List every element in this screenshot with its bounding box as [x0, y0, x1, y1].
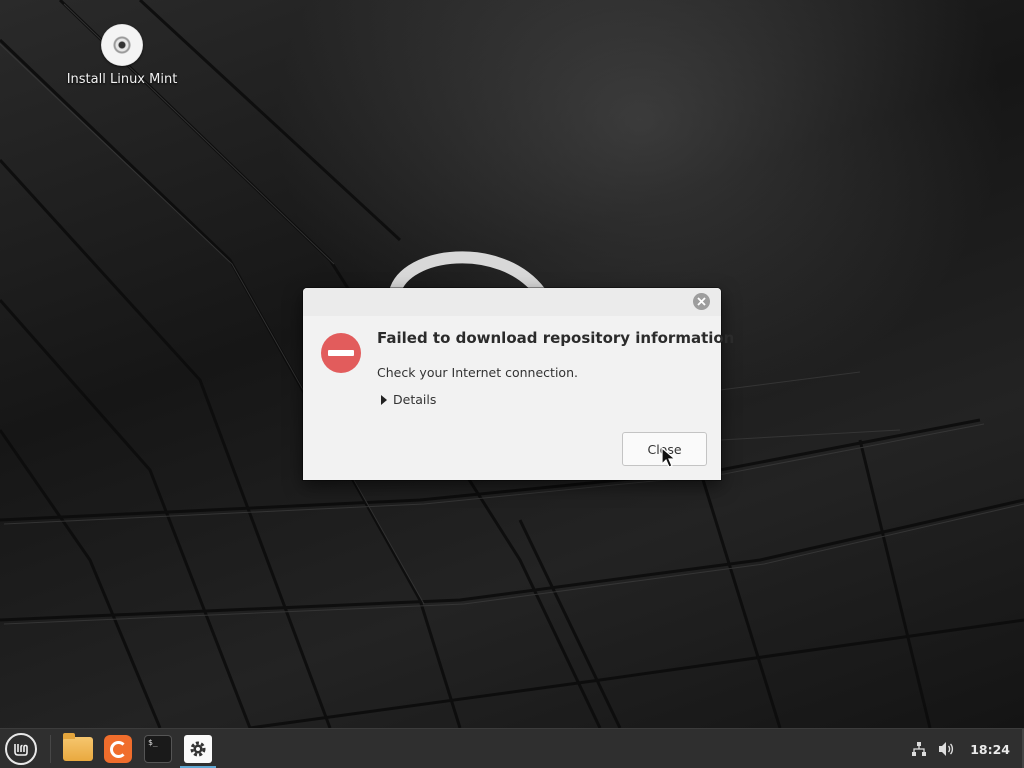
- close-window-icon[interactable]: [693, 293, 710, 310]
- dialog-title: Failed to download repository informatio…: [377, 329, 735, 347]
- wallpaper-logo-arc: [389, 251, 546, 298]
- details-label: Details: [393, 392, 437, 407]
- install-linux-mint-icon[interactable]: Install Linux Mint: [62, 24, 182, 87]
- files-launcher[interactable]: [62, 733, 94, 765]
- dialog-message: Check your Internet connection.: [377, 365, 578, 380]
- expander-arrow-icon: [381, 394, 387, 405]
- system-tray: 18:24: [908, 729, 1024, 768]
- taskbar-separator: [50, 735, 51, 763]
- firefox-launcher[interactable]: [102, 733, 134, 765]
- details-expander[interactable]: Details: [381, 392, 436, 407]
- firefox-icon: [104, 735, 132, 763]
- disc-icon: [101, 24, 143, 66]
- taskbar: $_ 18:24: [0, 728, 1024, 768]
- folder-icon: [63, 733, 93, 761]
- terminal-icon: $_: [144, 735, 172, 763]
- volume-icon[interactable]: [936, 738, 958, 760]
- clock[interactable]: 18:24: [970, 742, 1010, 757]
- error-icon: [321, 333, 361, 373]
- mouse-pointer-icon: [661, 447, 677, 468]
- terminal-launcher[interactable]: $_: [142, 733, 174, 765]
- dialog-titlebar[interactable]: [303, 288, 721, 316]
- error-dialog: Failed to download repository informatio…: [303, 288, 734, 480]
- desktop-icon-label: Install Linux Mint: [66, 72, 178, 87]
- settings-icon: [184, 735, 212, 763]
- mint-menu-icon[interactable]: [5, 733, 37, 765]
- network-icon[interactable]: [908, 738, 930, 760]
- settings-launcher[interactable]: [182, 733, 214, 765]
